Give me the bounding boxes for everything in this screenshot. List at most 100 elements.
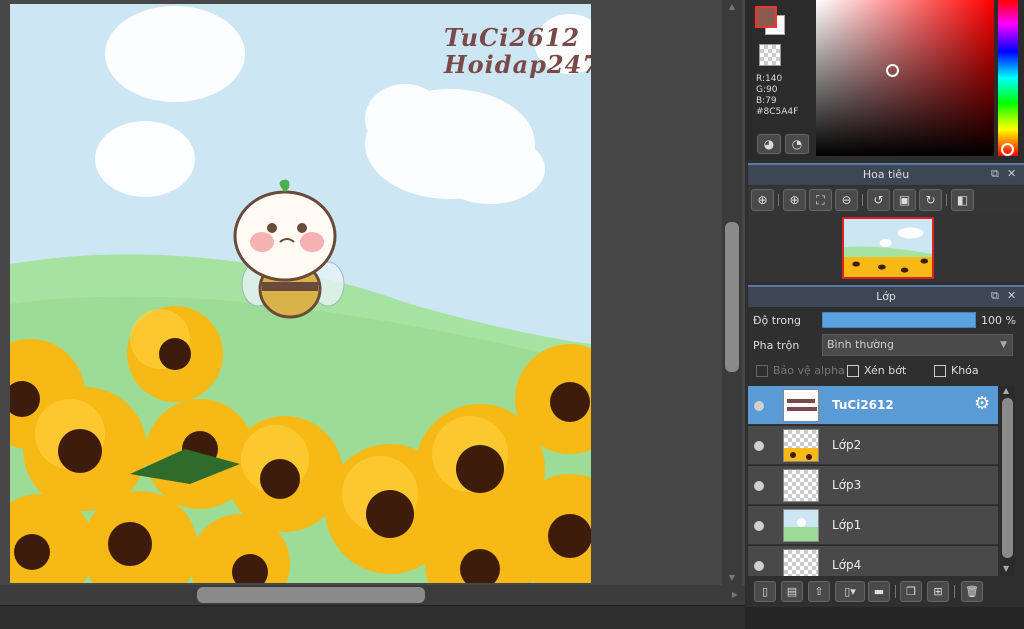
layer-row[interactable]: Lớp3	[748, 466, 998, 505]
visibility-eye-icon[interactable]	[754, 561, 764, 571]
layer-copy-icon: ▤	[786, 585, 798, 598]
zoom-out-icon: ⊖	[841, 193, 852, 207]
navigator-preview-area	[748, 214, 1024, 282]
popout-icon[interactable]: ⧉	[991, 289, 999, 303]
duplicate-layer-button[interactable]: ❐	[900, 581, 922, 602]
close-icon[interactable]: ✕	[1007, 289, 1016, 303]
navigator-header: Hoa tiêu ⧉ ✕	[748, 163, 1024, 185]
palette-gear-icon: ◔	[791, 137, 803, 151]
lock-checkbox[interactable]	[934, 365, 946, 377]
import-layer-button[interactable]: ⇧	[808, 581, 830, 602]
saturation-value-field[interactable]	[816, 0, 994, 156]
reset-rotation-button[interactable]: ▣	[893, 189, 916, 211]
color-picker-cursor[interactable]	[886, 64, 899, 77]
flip-icon: ◧	[956, 193, 969, 207]
new-folder-button[interactable]: ▬	[868, 581, 890, 602]
blue-value: B:79	[756, 96, 777, 106]
protect-alpha-label: Bảo vệ alpha	[773, 364, 845, 377]
new-layer-button[interactable]: ▯	[754, 581, 776, 602]
rotate-left-icon: ↺	[873, 193, 884, 207]
rotate-right-icon: ↻	[925, 193, 936, 207]
new-layer-folder-button[interactable]: ▤	[781, 581, 803, 602]
bee-mark	[797, 518, 806, 527]
green-value: G:90	[756, 85, 778, 95]
visibility-eye-icon[interactable]	[754, 441, 764, 451]
flower-center	[806, 454, 812, 460]
fit-window-button[interactable]: ⛶	[809, 189, 832, 211]
popout-icon[interactable]: ⧉	[991, 167, 999, 181]
merge-icon: ⊞	[933, 585, 943, 598]
lock-label: Khóa	[951, 364, 979, 377]
hex-value: #8C5A4F	[756, 107, 799, 117]
zoom-in-icon: ⊕	[789, 193, 800, 207]
layer-toolbar: ▯ ▤ ⇧ ▯▾ ▬ ❐ ⊞ 🗑	[748, 577, 1024, 607]
layer-row[interactable]: Lớp4	[748, 546, 998, 576]
flip-horizontal-button[interactable]: ◧	[951, 189, 974, 211]
import-icon: ⇧	[814, 585, 824, 598]
layer-row[interactable]: TuCi2612 ⚙	[748, 386, 998, 425]
scroll-down-arrow-icon[interactable]: ▼	[1003, 564, 1009, 573]
visibility-eye-icon[interactable]	[754, 521, 764, 531]
layer-scroll-thumb[interactable]	[1002, 398, 1013, 558]
blend-mode-label: Pha trộn	[753, 339, 800, 352]
visibility-eye-icon[interactable]	[754, 481, 764, 491]
clipping-checkbox[interactable]	[847, 365, 859, 377]
layer-row[interactable]: Lớp2	[748, 426, 998, 465]
layer-name: Lớp1	[832, 518, 862, 532]
protect-alpha-checkbox[interactable]	[756, 365, 768, 377]
scroll-up-arrow-icon[interactable]: ▲	[1003, 386, 1009, 395]
scroll-up-arrow-icon[interactable]: ▲	[727, 2, 737, 12]
transparent-color-swatch[interactable]	[759, 44, 781, 66]
opacity-value: 100 %	[981, 314, 1016, 327]
palette-button[interactable]: ◕	[757, 134, 781, 154]
divider	[895, 585, 896, 598]
visibility-eye-icon[interactable]	[754, 401, 764, 411]
layer-thumbnail	[783, 389, 819, 422]
rotate-right-button[interactable]: ↻	[919, 189, 942, 211]
folder-icon: ▬	[873, 585, 885, 598]
layers-header: Lớp ⧉ ✕	[748, 285, 1024, 307]
foreground-color-swatch[interactable]	[755, 6, 777, 28]
fit-screen-icon: ⛶	[816, 193, 825, 207]
blend-mode-select[interactable]: Bình thường ▼	[822, 334, 1013, 356]
canvas-watermark: TuCi2612 Hoidap247	[444, 24, 591, 78]
zoom-out-button[interactable]: ⊖	[835, 189, 858, 211]
hue-slider[interactable]	[998, 0, 1018, 156]
vertical-scrollbar[interactable]: ▲ ▼	[722, 0, 742, 585]
horizontal-scrollbar[interactable]: ▶	[0, 585, 745, 605]
scroll-right-arrow-icon[interactable]: ▶	[730, 590, 740, 600]
layer-list: TuCi2612 ⚙ Lớp2 Lớp3 Lớp1 Lớp4	[748, 386, 998, 576]
status-bar	[0, 605, 745, 629]
hue-slider-cursor[interactable]	[1001, 143, 1014, 156]
divider	[954, 585, 955, 598]
add-layer-menu-button[interactable]: ▯▾	[835, 581, 865, 602]
divider	[778, 194, 779, 206]
palette-icon: ◕	[763, 137, 775, 151]
merge-layer-button[interactable]: ⊞	[927, 581, 949, 602]
navigator-preview[interactable]	[842, 217, 934, 279]
zoom-actual-button[interactable]: ⊕	[751, 189, 774, 211]
close-icon[interactable]: ✕	[1007, 167, 1016, 181]
layer-list-scrollbar[interactable]: ▲ ▼	[1000, 386, 1015, 576]
horizontal-scroll-thumb[interactable]	[197, 587, 425, 603]
right-panel: R:140 G:90 B:79 #8C5A4F ◕ ◔ Hoa tiêu ⧉ ✕…	[745, 0, 1024, 629]
navigator-toolbar: ⊕ ⊕ ⛶ ⊖ ↺ ▣ ↻ ◧	[748, 186, 1024, 214]
palette-settings-button[interactable]: ◔	[785, 134, 809, 154]
layer-name: Lớp3	[832, 478, 862, 492]
navigator-title: Hoa tiêu	[862, 168, 910, 181]
scroll-down-arrow-icon[interactable]: ▼	[727, 573, 737, 583]
zoom-in-button[interactable]: ⊕	[783, 189, 806, 211]
gear-icon[interactable]: ⚙	[974, 394, 990, 414]
canvas-workspace[interactable]: TuCi2612 Hoidap247 ▲ ▼ ▶	[0, 0, 745, 629]
rotate-left-button[interactable]: ↺	[867, 189, 890, 211]
vertical-scroll-thumb[interactable]	[725, 222, 739, 372]
delete-layer-button[interactable]: 🗑	[961, 581, 983, 602]
layer-name: Lớp4	[832, 558, 862, 572]
drawing-canvas[interactable]: TuCi2612 Hoidap247	[10, 4, 591, 583]
layer-thumbnail	[783, 549, 819, 576]
layer-row[interactable]: Lớp1	[748, 506, 998, 545]
opacity-slider[interactable]	[822, 312, 976, 328]
panel-bottom-strip	[745, 607, 1024, 629]
navigator-thumbnail	[844, 219, 932, 277]
divider	[946, 194, 947, 206]
